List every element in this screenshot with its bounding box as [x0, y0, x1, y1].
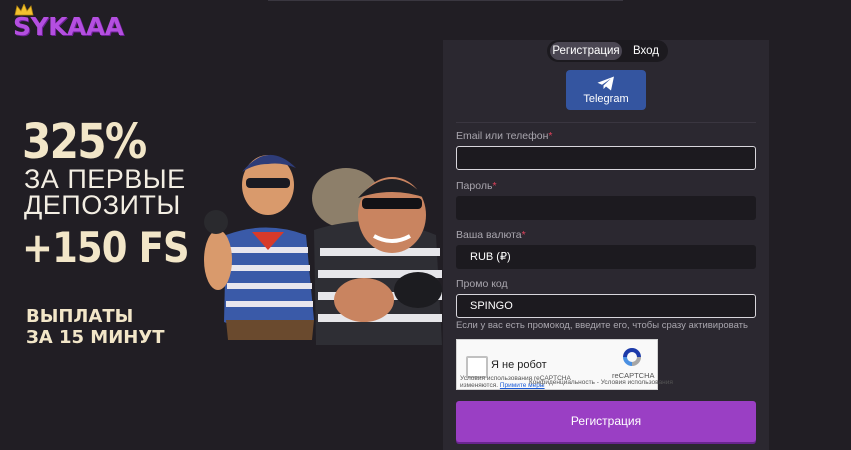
telegram-login-button[interactable]: Telegram [566, 70, 646, 110]
robbers-illustration [204, 154, 442, 345]
auth-tabs: Регистрация Вход [547, 40, 668, 62]
promo-payout-line-2: ЗА 15 МИНУТ [26, 327, 165, 348]
promo-line-1: ЗА ПЕРВЫЕ [24, 164, 186, 194]
required-mark: * [492, 180, 497, 192]
promo-code-hint: Если у вас есть промокод, введите его, ч… [456, 320, 748, 331]
promo-freespins: +150 FS [22, 223, 190, 272]
recaptcha-privacy[interactable]: Конфиденциальность - Условия использован… [529, 379, 673, 386]
email-label: Email или телефон* [456, 130, 552, 142]
promo-line-2: ДЕПОЗИТЫ [24, 190, 181, 220]
recaptcha-widget: Я не робот reCAPTCHA Условия использован… [456, 339, 673, 390]
promo-payout: ВЫПЛАТЫ ЗА 15 МИНУТ [26, 306, 165, 348]
recaptcha-label: Я не робот [491, 359, 547, 371]
recaptcha-terms-line-2: изменяются. [460, 382, 499, 389]
top-divider [268, 0, 623, 1]
tab-login[interactable]: Вход [627, 42, 665, 60]
password-label: Пароль* [456, 180, 497, 192]
promo-percent: 325% [22, 114, 147, 170]
currency-label-text: Ваша валюта [456, 229, 522, 241]
currency-select[interactable]: RUB (₽) [456, 245, 756, 269]
recaptcha-logo-icon [623, 348, 641, 366]
brand-logo[interactable]: SYKAAA [12, 4, 124, 41]
brand-name: SYKAAA [13, 12, 124, 41]
required-mark: * [521, 229, 526, 241]
currency-label: Ваша валюта* [456, 229, 526, 241]
password-field[interactable] [456, 196, 756, 220]
promo-payout-line-1: ВЫПЛАТЫ [26, 306, 134, 327]
promo-code-field[interactable]: SPINGO [456, 294, 756, 318]
required-mark: * [548, 130, 553, 142]
form-divider [456, 122, 756, 123]
password-label-text: Пароль [456, 180, 493, 192]
email-field[interactable] [456, 146, 756, 170]
telegram-label: Telegram [583, 93, 629, 105]
tab-register[interactable]: Регистрация [550, 42, 622, 60]
telegram-icon [597, 76, 614, 91]
email-label-text: Email или телефон [456, 130, 549, 142]
register-submit-button[interactable]: Регистрация [456, 401, 756, 442]
promo-code-label: Промо код [456, 278, 508, 290]
